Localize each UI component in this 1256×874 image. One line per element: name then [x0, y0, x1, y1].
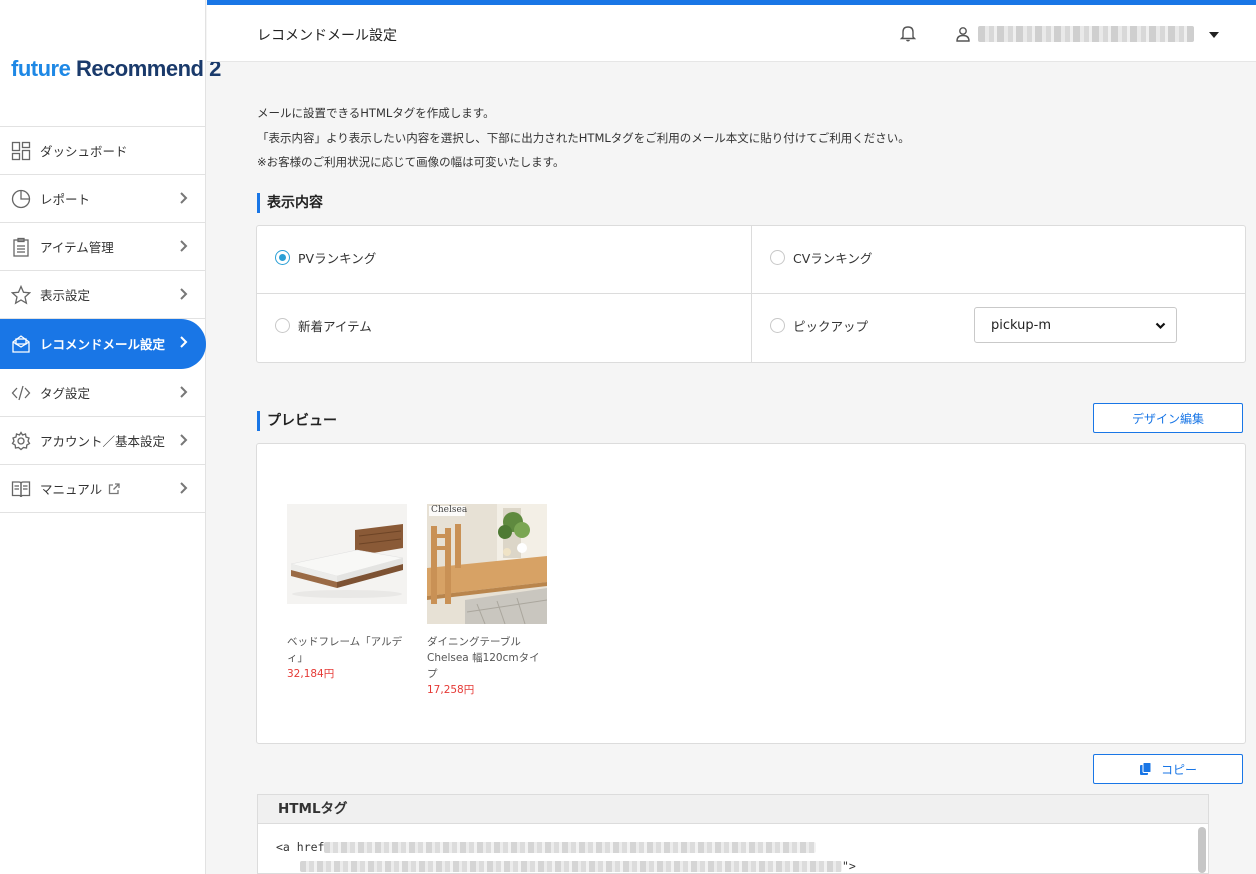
display-section-title: 表示内容	[257, 193, 323, 213]
intro-line-2: 「表示内容」より表示したい内容を選択し、下部に出力されたHTMLタグをご利用のメ…	[257, 130, 910, 145]
sidebar-item-recommend-mail[interactable]: レコメンドメール設定	[0, 319, 206, 369]
scrollbar[interactable]	[1198, 827, 1206, 873]
radio-new-items[interactable]	[275, 318, 290, 333]
pickup-select[interactable]: pickup-m	[974, 307, 1177, 343]
design-edit-button[interactable]: デザイン編集	[1093, 403, 1243, 433]
code-line-1: <a href	[276, 840, 325, 854]
html-tag-title: HTMLタグ	[258, 795, 1208, 824]
option-label: CVランキング	[793, 251, 873, 266]
product-card[interactable]: Chelsea ダイニングテーブル Chelsea 幅120cmタイプ 17,2…	[427, 504, 547, 698]
intro-line-3: ※お客様のご利用状況に応じて画像の幅は可変いたします。	[257, 155, 565, 169]
copy-button[interactable]: コピー	[1093, 754, 1243, 784]
sidebar-item-label: レポート	[40, 192, 91, 207]
option-label: ピックアップ	[793, 319, 869, 334]
divider	[257, 293, 1245, 294]
option-pickup[interactable]: ピックアップ	[770, 316, 868, 335]
pickup-select-value: pickup-m	[991, 317, 1051, 333]
preview-panel: ベッドフレーム「アルディ」 32,184円 Chelsea ダイニングテーブル …	[256, 443, 1246, 744]
caret-down-icon[interactable]	[1209, 32, 1219, 38]
intro-text: メールに設置できるHTMLタグを作成します。 「表示内容」より表示したい内容を選…	[257, 101, 910, 175]
external-link-icon	[108, 482, 120, 495]
sidebar-item-item-management[interactable]: アイテム管理	[0, 223, 206, 271]
product-image-dining-table[interactable]: Chelsea	[427, 504, 547, 624]
page-title: レコメンドメール設定	[257, 28, 397, 44]
html-tag-box: HTMLタグ <a href ">	[257, 794, 1209, 874]
mail-icon	[10, 333, 32, 355]
option-cv-ranking[interactable]: CVランキング	[770, 248, 872, 267]
redacted-url	[324, 842, 817, 853]
intro-line-1: メールに設置できるHTMLタグを作成します。	[257, 106, 495, 120]
sidebar-item-label: タグ設定	[40, 386, 91, 401]
product-card[interactable]: ベッドフレーム「アルディ」 32,184円	[287, 504, 407, 682]
option-label: 新着アイテム	[298, 319, 372, 334]
copy-icon	[1139, 762, 1153, 776]
product-image-label: Chelsea	[431, 505, 468, 515]
product-price: 17,258円	[427, 684, 475, 696]
option-new-items[interactable]: 新着アイテム	[275, 316, 372, 335]
sidebar-item-label: アイテム管理	[40, 240, 114, 255]
sidebar-item-label: レコメンドメール設定	[40, 337, 166, 352]
redacted-url	[300, 861, 842, 872]
chevron-right-icon	[176, 385, 190, 399]
chevron-right-icon	[176, 287, 190, 301]
radio-cv-ranking[interactable]	[770, 250, 785, 265]
sidebar-item-display-settings[interactable]: 表示設定	[0, 271, 206, 319]
radio-pv-ranking[interactable]	[275, 250, 290, 265]
chevron-right-icon	[176, 191, 190, 205]
dashboard-icon	[10, 140, 32, 162]
radio-pickup[interactable]	[770, 318, 785, 333]
code-line-2-suffix: ">	[842, 859, 856, 873]
display-options-panel: PVランキング CVランキング 新着アイテム ピックアップ pickup-m	[256, 225, 1246, 363]
button-label: コピー	[1160, 762, 1197, 777]
sidebar-item-manual[interactable]: マニュアル	[0, 465, 206, 513]
sidebar-item-account-settings[interactable]: アカウント／基本設定	[0, 417, 206, 465]
user-icon[interactable]	[955, 26, 971, 42]
product-image-bed[interactable]	[287, 504, 407, 624]
sidebar-item-report[interactable]: レポート	[0, 175, 206, 223]
pie-chart-icon	[10, 188, 32, 210]
product-name[interactable]: ダイニングテーブル Chelsea 幅120cmタイプ	[427, 634, 547, 682]
user-name-redacted[interactable]	[978, 26, 1194, 42]
product-price: 32,184円	[287, 668, 335, 680]
app-logo[interactable]: future Recommend 2	[11, 56, 221, 82]
sidebar-item-label: ダッシュボード	[40, 144, 128, 159]
preview-section-title: プレビュー	[257, 411, 337, 431]
sidebar-item-label: マニュアル	[40, 482, 103, 497]
clipboard-icon	[10, 236, 32, 258]
sidebar-item-dashboard[interactable]: ダッシュボード	[0, 127, 206, 175]
bell-icon[interactable]	[899, 24, 917, 42]
sidebar-item-tag-settings[interactable]: タグ設定	[0, 369, 206, 417]
option-pv-ranking[interactable]: PVランキング	[275, 248, 376, 267]
gear-icon	[10, 430, 32, 452]
chevron-right-icon	[176, 335, 190, 349]
chevron-right-icon	[176, 481, 190, 495]
code-icon	[10, 382, 32, 404]
header: レコメンドメール設定	[207, 5, 1256, 62]
star-icon	[10, 284, 32, 306]
option-label: PVランキング	[298, 251, 377, 266]
chevron-right-icon	[176, 239, 190, 253]
chevron-right-icon	[176, 433, 190, 447]
sidebar: future Recommend 2 ダッシュボード レポート アイテム管理 表…	[0, 0, 221, 874]
book-icon	[10, 478, 32, 500]
html-tag-code[interactable]: <a href ">	[276, 838, 856, 874]
sidebar-nav: ダッシュボード レポート アイテム管理 表示設定 レコメンドメール設定 タグ設定…	[0, 126, 206, 513]
divider	[751, 226, 752, 362]
sidebar-item-label: 表示設定	[40, 288, 91, 303]
code-line-2: ">	[276, 859, 856, 873]
product-name[interactable]: ベッドフレーム「アルディ」	[287, 634, 407, 666]
button-label: デザイン編集	[1131, 411, 1204, 426]
chevron-down-icon	[1155, 320, 1166, 331]
sidebar-item-label: アカウント／基本設定	[40, 434, 166, 449]
